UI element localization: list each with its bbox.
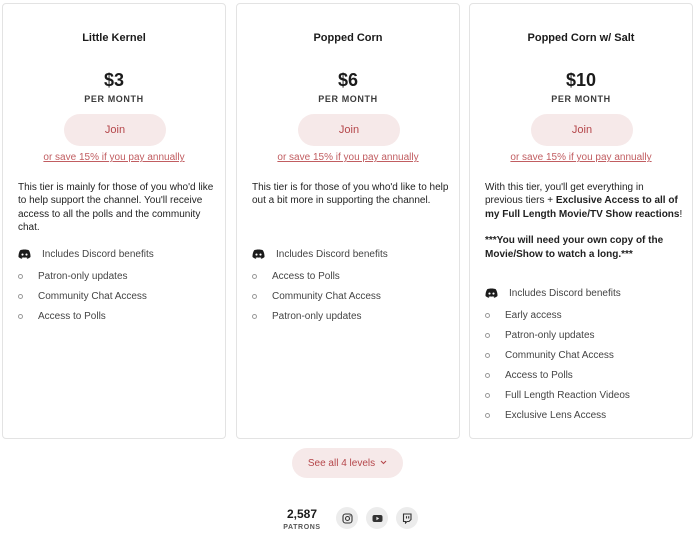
bullet-icon (485, 312, 490, 318)
tier-description: This tier is mainly for those of you who… (18, 182, 214, 234)
bullet-icon (252, 273, 257, 279)
benefit-label: Patron-only updates (272, 310, 362, 322)
see-all-levels-button[interactable]: See all 4 levels (292, 448, 403, 478)
discord-benefit-label: Includes Discord benefits (42, 248, 154, 260)
tier-description-end: ! (679, 208, 683, 220)
discord-icon (252, 249, 265, 259)
discord-benefit-label: Includes Discord benefits (276, 248, 388, 260)
benefit-item: Access to Polls (485, 365, 630, 385)
benefit-label: Early access (505, 309, 562, 321)
tier-description: This tier is for those of you who'd like… (252, 182, 449, 207)
bullet-icon (485, 412, 490, 418)
benefit-list: Access to Polls Community Chat Access Pa… (252, 266, 381, 326)
tier-period: PER MONTH (551, 94, 611, 104)
benefit-label: Access to Polls (272, 270, 340, 282)
youtube-icon[interactable] (366, 507, 388, 529)
benefit-label: Patron-only updates (505, 329, 595, 341)
bullet-icon (252, 313, 257, 319)
bullet-icon (485, 372, 490, 378)
bullet-icon (18, 293, 23, 299)
benefit-list: Early access Patron-only updates Communi… (485, 305, 630, 425)
benefit-item: Access to Polls (18, 306, 147, 326)
benefit-item: Patron-only updates (252, 306, 381, 326)
join-button[interactable]: Join (298, 114, 400, 146)
annual-save-link[interactable]: or save 15% if you pay annually (237, 152, 459, 163)
patron-count-value: 2,587 (286, 507, 318, 521)
benefit-label: Access to Polls (505, 369, 573, 381)
benefit-item: Access to Polls (252, 266, 381, 286)
benefit-item: Patron-only updates (18, 266, 147, 286)
discord-benefit: Includes Discord benefits (252, 246, 388, 262)
bullet-icon (485, 352, 490, 358)
benefit-label: Community Chat Access (505, 349, 614, 361)
discord-benefit: Includes Discord benefits (18, 246, 154, 262)
chevron-down-icon (380, 460, 387, 467)
tier-name: Little Kernel (82, 32, 146, 44)
benefit-label: Community Chat Access (38, 290, 147, 302)
tier-price: $3 (103, 70, 125, 90)
benefit-list: Patron-only updates Community Chat Acces… (18, 266, 147, 326)
benefit-label: Exclusive Lens Access (505, 409, 607, 421)
annual-save-link[interactable]: or save 15% if you pay annually (470, 152, 692, 163)
benefit-item: Community Chat Access (18, 286, 147, 306)
benefit-label: Access to Polls (38, 310, 106, 322)
bullet-icon (252, 293, 257, 299)
benefit-item: Community Chat Access (252, 286, 381, 306)
tier-period: PER MONTH (84, 94, 144, 104)
tier-price: $6 (337, 70, 359, 90)
benefit-item: Community Chat Access (485, 345, 630, 365)
join-button[interactable]: Join (64, 114, 166, 146)
bullet-icon (485, 392, 490, 398)
benefit-label: Full Length Reaction Videos (505, 389, 630, 401)
tier-name: Popped Corn w/ Salt (527, 32, 635, 44)
twitch-icon[interactable] (396, 507, 418, 529)
tier-card-little-kernel: Little Kernel $3 PER MONTH Join or save … (2, 3, 226, 439)
benefit-item: Early access (485, 305, 630, 325)
see-all-levels-label: See all 4 levels (307, 457, 376, 469)
discord-benefit: Includes Discord benefits (485, 285, 621, 301)
tier-price: $10 (565, 70, 597, 90)
bullet-icon (18, 273, 23, 279)
benefit-item: Exclusive Lens Access (485, 405, 630, 425)
tier-description-note: ***You will need your own copy of the Mo… (485, 235, 664, 260)
benefit-label: Patron-only updates (38, 270, 128, 282)
discord-icon (485, 288, 498, 298)
tier-card-popped-corn-salt: Popped Corn w/ Salt $10 PER MONTH Join o… (469, 3, 693, 439)
tier-description: With this tier, you'll get everything in… (485, 181, 683, 261)
benefit-item: Full Length Reaction Videos (485, 385, 630, 405)
tier-list: Little Kernel $3 PER MONTH Join or save … (2, 3, 694, 439)
tier-card-popped-corn: Popped Corn $6 PER MONTH Join or save 15… (236, 3, 460, 439)
discord-benefit-label: Includes Discord benefits (509, 287, 621, 299)
instagram-icon[interactable] (336, 507, 358, 529)
tier-name: Popped Corn (313, 32, 383, 44)
benefit-item: Patron-only updates (485, 325, 630, 345)
discord-icon (18, 249, 31, 259)
patron-count: 2,587 PATRONS (280, 507, 324, 531)
patron-count-label: PATRONS (283, 524, 321, 531)
benefit-label: Community Chat Access (272, 290, 381, 302)
bullet-icon (485, 332, 490, 338)
join-button[interactable]: Join (531, 114, 633, 146)
tier-period: PER MONTH (318, 94, 378, 104)
annual-save-link[interactable]: or save 15% if you pay annually (3, 152, 225, 163)
bullet-icon (18, 313, 23, 319)
